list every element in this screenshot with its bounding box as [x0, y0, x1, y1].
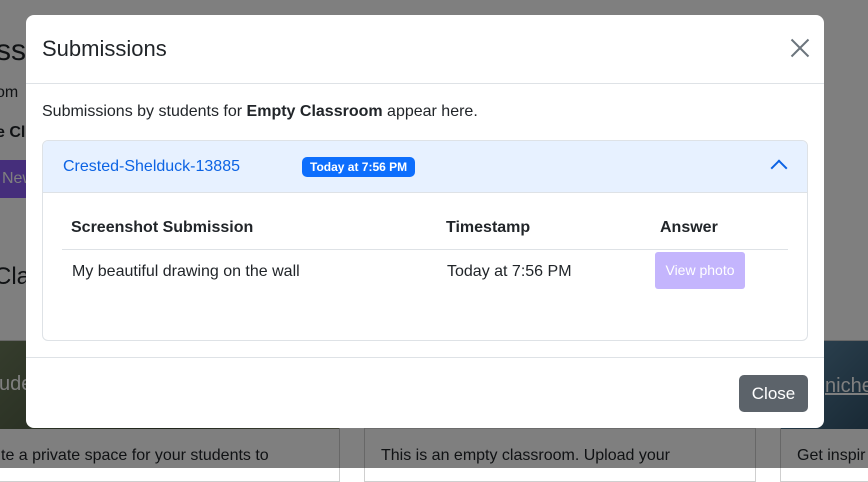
intro-text: Submissions by students for Empty Classr…	[42, 103, 478, 121]
view-photo-button[interactable]: View photo	[655, 252, 745, 289]
intro-prefix: Submissions by students for	[42, 103, 247, 120]
modal-footer: Close	[26, 357, 824, 428]
submissions-modal: Submissions Submissions by students for …	[26, 15, 824, 428]
close-button[interactable]: Close	[739, 375, 808, 412]
column-header-answer: Answer	[660, 219, 718, 236]
column-header-submission: Screenshot Submission	[71, 219, 254, 236]
classroom-name: Empty Classroom	[246, 103, 383, 120]
column-header-timestamp: Timestamp	[446, 219, 531, 236]
modal-header: Submissions	[26, 15, 824, 84]
student-name: Crested-Shelduck-13885	[63, 158, 240, 175]
timestamp-badge: Today at 7:56 PM	[302, 157, 416, 177]
accordion-header[interactable]: Crested-Shelduck-13885 Today at 7:56 PM	[43, 141, 807, 193]
timestamp-cell: Today at 7:56 PM	[447, 263, 572, 280]
submission-cell: My beautiful drawing on the wall	[72, 263, 300, 280]
intro-suffix: appear here.	[382, 103, 478, 120]
modal-title: Submissions	[42, 36, 167, 61]
close-icon[interactable]	[790, 38, 810, 58]
chevron-up-icon	[770, 159, 788, 177]
table-divider	[62, 249, 788, 250]
student-accordion: Crested-Shelduck-13885 Today at 7:56 PM …	[42, 140, 808, 341]
